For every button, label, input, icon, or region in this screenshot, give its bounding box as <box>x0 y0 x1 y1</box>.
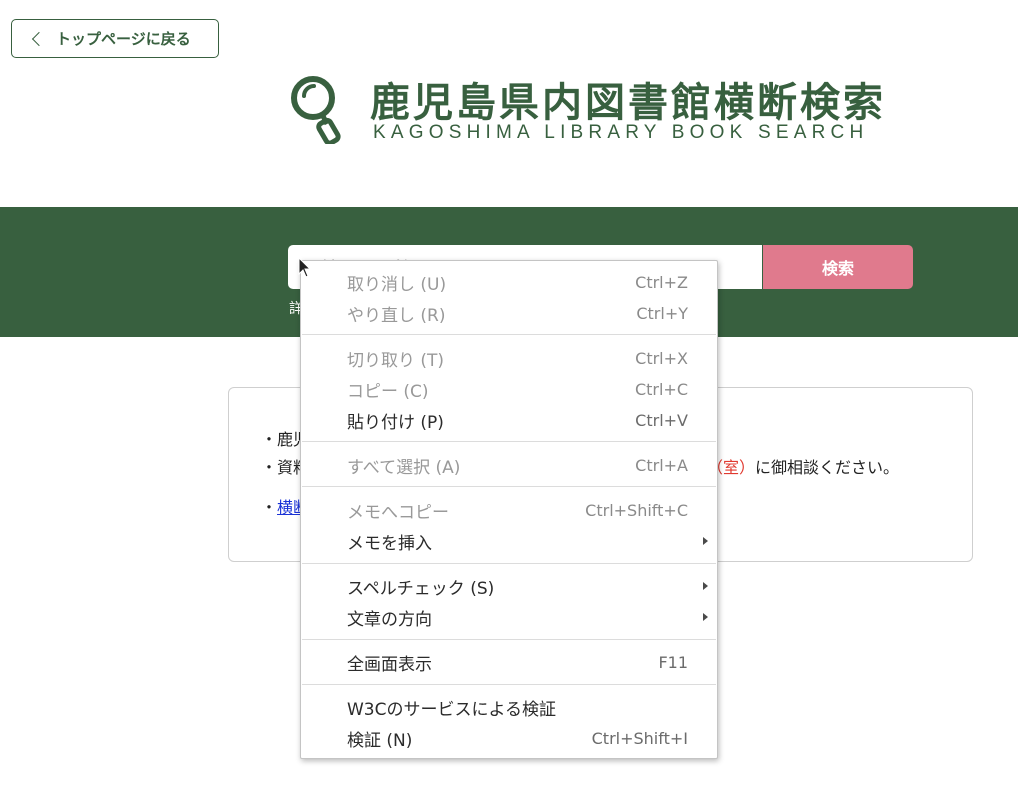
magnifier-icon <box>291 76 341 144</box>
chevron-left-icon <box>31 31 47 46</box>
back-to-top-label: トップページに戻る <box>56 30 191 48</box>
submenu-arrow-icon <box>703 537 708 545</box>
menu-separator <box>302 334 716 335</box>
menu-item-spellcheck[interactable]: スペルチェック (S) <box>301 571 717 601</box>
menu-separator <box>302 441 716 442</box>
search-button[interactable]: 検索 <box>763 245 913 289</box>
site-title: 鹿児島県内図書館横断検索 <box>370 79 886 126</box>
site-logo[interactable]: 鹿児島県内図書館横断検索 KAGOSHIMA LIBRARY BOOK SEAR… <box>290 74 915 146</box>
menu-item-inspect[interactable]: 検証 (N) Ctrl+Shift+I <box>301 723 717 753</box>
menu-item-copy-to-note[interactable]: メモへコピー Ctrl+Shift+C <box>301 495 717 525</box>
menu-separator <box>302 684 716 685</box>
info-line-2-tail: （室）に御相談ください。 <box>707 458 900 477</box>
menu-item-copy[interactable]: コピー (C) Ctrl+C <box>301 374 717 404</box>
menu-item-undo[interactable]: 取り消し (U) Ctrl+Z <box>301 267 717 297</box>
site-subtitle: KAGOSHIMA LIBRARY BOOK SEARCH <box>373 122 869 143</box>
menu-separator <box>302 639 716 640</box>
mouse-cursor-icon <box>298 257 312 278</box>
menu-item-w3c-validate[interactable]: W3Cのサービスによる検証 <box>301 692 717 722</box>
menu-separator <box>302 486 716 487</box>
menu-item-redo[interactable]: やり直し (R) Ctrl+Y <box>301 298 717 328</box>
menu-item-fullscreen[interactable]: 全画面表示 F11 <box>301 647 717 677</box>
menu-item-insert-note[interactable]: メモを挿入 <box>301 526 717 556</box>
back-to-top-button[interactable]: トップページに戻る <box>11 19 219 58</box>
menu-item-paste[interactable]: 貼り付け (P) Ctrl+V <box>301 405 717 435</box>
submenu-arrow-icon <box>703 582 708 590</box>
submenu-arrow-icon <box>703 613 708 621</box>
menu-separator <box>302 563 716 564</box>
menu-item-select-all[interactable]: すべて選択 (A) Ctrl+A <box>301 450 717 480</box>
menu-item-text-direction[interactable]: 文章の方向 <box>301 602 717 632</box>
menu-item-cut[interactable]: 切り取り (T) Ctrl+X <box>301 343 717 373</box>
context-menu: 取り消し (U) Ctrl+Z やり直し (R) Ctrl+Y 切り取り (T)… <box>300 260 718 759</box>
